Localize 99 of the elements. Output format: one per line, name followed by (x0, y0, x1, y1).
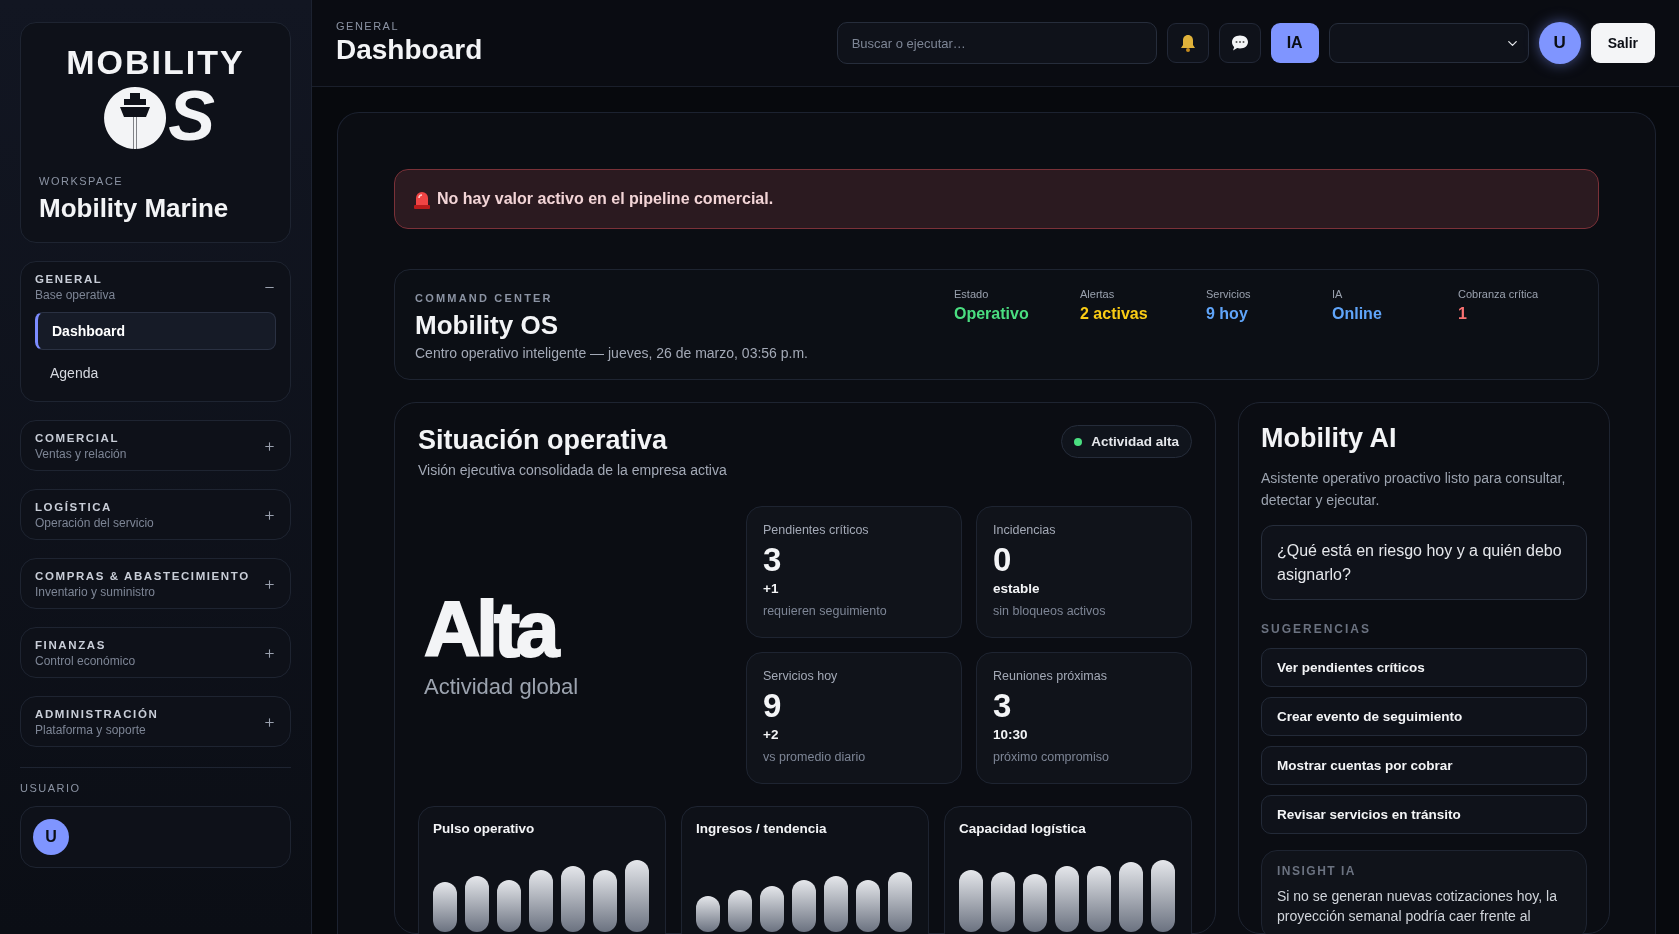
card-title: Situación operativa (418, 425, 669, 456)
card-title: Mobility AI (1261, 423, 1398, 454)
select-field[interactable] (1328, 23, 1529, 63)
kpi-delta: +1 (763, 581, 780, 596)
nav-group-header[interactable]: ADMINISTRACIÓN Plataforma y soporte (35, 708, 276, 737)
card-subtitle: Centro operativo inteligente — jueves, 26 de marzo, 03:56 p.m. (415, 345, 808, 361)
hero-value: Alta (424, 590, 558, 668)
notifications-button[interactable] (1166, 23, 1209, 63)
user-avatar[interactable]: U (33, 819, 69, 855)
page-title: Dashboard (336, 34, 483, 66)
chart-title: Pulso operativo (433, 821, 536, 836)
kpi-value: 0 (993, 541, 1013, 579)
chart-title: Ingresos / tendencia (696, 821, 828, 836)
expand-icon (263, 716, 276, 729)
chart-bar (728, 890, 752, 932)
hero-caption: Actividad global (424, 674, 580, 700)
expand-icon (263, 509, 276, 522)
logout-button[interactable]: Salir (1590, 23, 1655, 63)
kpi-note: vs promedio diario (763, 750, 867, 764)
logo-letter: S (168, 81, 215, 151)
chart-title: Capacidad logística (959, 821, 1087, 836)
chart-bar (888, 872, 912, 932)
nav-group-header[interactable]: COMERCIAL Ventas y relación (35, 432, 276, 461)
nav-item[interactable]: Dashboard (35, 312, 276, 350)
chart-bar (1151, 860, 1175, 932)
speech-bubble-icon (1229, 33, 1250, 53)
nav-group-header[interactable]: LOGÍSTICA Operación del servicio (35, 501, 276, 530)
stat-value: 9 hoy (1206, 305, 1249, 323)
expand-icon (263, 578, 276, 591)
chart-bar (856, 880, 880, 932)
section-label: SUGERENCIAS (1261, 621, 1372, 636)
stat-value: Online (1332, 305, 1383, 323)
chart-bar (497, 880, 521, 932)
chart-bar (593, 870, 617, 932)
chart-bar (760, 886, 784, 932)
kpi-delta: estable (993, 581, 1041, 596)
nav-group-header[interactable]: COMPRAS & ABASTECIMIENTO Inventario y suministro (35, 570, 276, 599)
chart-bar (529, 870, 553, 932)
nav-group-header[interactable]: GENERAL Base operativa (35, 273, 276, 302)
chart-bar (1119, 862, 1143, 932)
card-title: Mobility OS (415, 310, 559, 341)
stat-value: 2 activas (1080, 305, 1149, 323)
ai-button[interactable]: IA (1270, 23, 1319, 63)
chart-bar (792, 880, 816, 932)
search-field[interactable]: Buscar o ejecutar… (836, 22, 1157, 64)
nav-group-header[interactable]: FINANZAS Control económico (35, 639, 276, 668)
kpi-value: 3 (993, 687, 1013, 725)
user-label: USUARIO (20, 782, 82, 794)
insight-text: Si no se generan nuevas cotizaciones hoy, la proyección semanal podría caer frente al (1277, 886, 1558, 927)
chart-bar (824, 876, 848, 932)
logo-wordmark: MOBILITY (66, 45, 245, 79)
siren-icon (413, 189, 431, 209)
chart-bar (465, 876, 489, 932)
card-eyebrow: COMMAND CENTER (415, 292, 553, 304)
section-label: GENERAL (336, 20, 401, 32)
chart-bar (991, 872, 1015, 932)
chart-bar (433, 882, 457, 932)
chart-bar (1055, 866, 1079, 932)
chart-bar (1087, 866, 1111, 932)
kpi-note: próximo compromiso (993, 750, 1110, 764)
status-label: Actividad alta (1091, 434, 1179, 449)
stat-label: Estado (954, 288, 990, 300)
nav-item[interactable]: Agenda (35, 354, 276, 392)
expand-icon (263, 440, 276, 453)
messages-button[interactable] (1218, 23, 1261, 63)
suggestion-button[interactable]: Revisar servicios en tránsito (1261, 794, 1587, 834)
kpi-value: 9 (763, 687, 783, 725)
stat-value: 1 (1458, 305, 1468, 323)
workspace-name: Mobility Marine (39, 193, 230, 224)
user-avatar[interactable]: U (1538, 22, 1581, 64)
card-subtitle: Visión ejecutiva consolidada de la empresa activa (418, 462, 727, 478)
chart-bar (1023, 874, 1047, 932)
kpi-value: 3 (763, 541, 783, 579)
chart-bar (561, 866, 585, 932)
chart-bar (696, 896, 720, 932)
insight-label: INSIGHT IA (1277, 863, 1357, 878)
stat-label: IA (1332, 288, 1344, 300)
alert-text: No hay valor activo en el pipeline comercial. (437, 190, 774, 208)
kpi-label: Reuniones próximas (993, 669, 1108, 683)
kpi-note: sin bloqueos activos (993, 604, 1107, 618)
chart-bar (625, 860, 649, 932)
expand-icon (263, 647, 276, 660)
suggestion-button[interactable]: Crear evento de seguimiento (1261, 696, 1587, 736)
chart-bar (959, 870, 983, 932)
kpi-delta: +2 (763, 727, 780, 742)
stat-label: Cobranza crítica (1458, 288, 1540, 300)
suggestion-button[interactable]: Ver pendientes críticos (1261, 647, 1587, 687)
stat-label: Alertas (1080, 288, 1116, 300)
kpi-note: requieren seguimiento (763, 604, 888, 618)
kpi-label: Servicios hoy (763, 669, 839, 683)
kpi-delta: 10:30 (993, 727, 1029, 742)
stat-value: Operativo (954, 305, 1030, 323)
kpi-label: Pendientes críticos (763, 523, 870, 537)
card-description: Asistente operativo proactivo listo para consultar, detectar y ejecutar. (1261, 469, 1567, 510)
prompt-box[interactable]: ¿Qué está en riesgo hoy y a quién debo asignarlo? (1261, 525, 1587, 600)
kpi-label: Incidencias (993, 523, 1057, 537)
workspace-label: WORKSPACE (39, 175, 125, 187)
suggestion-button[interactable]: Mostrar cuentas por cobrar (1261, 745, 1587, 785)
stat-label: Servicios (1206, 288, 1252, 300)
